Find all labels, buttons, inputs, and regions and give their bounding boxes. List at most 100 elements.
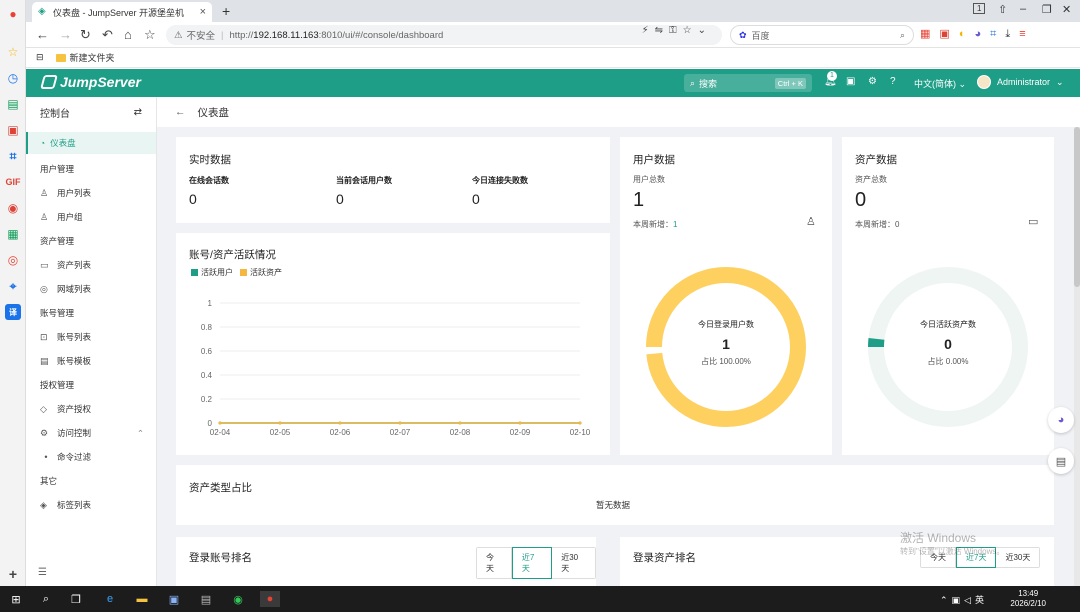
- lock-icon: ⊡: [40, 331, 48, 342]
- sidebar-item-asset-list[interactable]: ▭ 资产列表: [26, 253, 156, 277]
- search-icon[interactable]: ⌕: [900, 30, 905, 41]
- metric-value: 0: [472, 191, 480, 207]
- url-path: :8010/ui/#/console/dashboard: [318, 29, 444, 41]
- tab-bar: ◈ 仪表盘 - JumpServer 开源堡垒机 × + 1 ⇧ – ❐ ✕: [26, 0, 1080, 22]
- windows-start-icon[interactable]: ⊞: [8, 591, 24, 607]
- forward-icon[interactable]: →: [59, 27, 72, 42]
- window-pin-icon[interactable]: ⇧: [998, 3, 1007, 16]
- notes-icon: ▤: [1055, 455, 1067, 468]
- tab-dashboard[interactable]: ◈ 仪表盘 - JumpServer 开源堡垒机 ×: [32, 2, 212, 22]
- bookmark-folder[interactable]: 新建文件夹: [70, 51, 115, 64]
- sidebar-item-domain-list[interactable]: ◎ 网域列表: [26, 277, 156, 301]
- weibo-icon[interactable]: ◎: [5, 252, 21, 268]
- url-input[interactable]: ⚠ 不安全 | http://192.168.11.163:8010/ui/#/…: [166, 25, 722, 45]
- chrome-ext-icon: ◐: [958, 28, 975, 40]
- crop-ext-icon: ⌗: [990, 28, 1006, 40]
- nav-group-accounts: 账号管理: [40, 308, 75, 318]
- clock[interactable]: 13:49 2026/2/10: [1010, 589, 1046, 609]
- scrollbar[interactable]: [1074, 127, 1080, 586]
- back-arrow-icon[interactable]: ←: [175, 106, 186, 118]
- crop-icon[interactable]: ⌗: [5, 148, 21, 164]
- pdf-icon[interactable]: ▣: [5, 122, 21, 138]
- clock-icon[interactable]: ◷: [5, 70, 21, 86]
- y-tick-label: 0: [208, 419, 213, 428]
- range-7d[interactable]: 近7天: [511, 547, 553, 579]
- remote-desktop-icon[interactable]: ▤: [198, 591, 214, 607]
- file-explorer-icon[interactable]: ▬: [134, 591, 150, 607]
- activity-line-chart: 0 0.2 0.4 0.6 0.8 1 02-04 02-05 02-06 02-07 02-08 0…: [201, 299, 591, 437]
- user-menu[interactable]: Administrator ⌄: [977, 75, 1064, 89]
- url-action-icons[interactable]: ⚡⇋⚿☆⌄: [642, 25, 712, 36]
- record-icon[interactable]: ◉: [5, 200, 21, 216]
- avatar: [977, 75, 991, 89]
- users-icon: ♙: [40, 211, 49, 222]
- notes-icon[interactable]: ▤: [5, 96, 21, 112]
- app-sidebar: 控制台 ⇄ ◔ 仪表盘 用户管理 ♙ 用户列表 ♙ 用户组 资产管理 ▭ 资产列表 ◎…: [26, 97, 157, 586]
- download-icon: ⤓: [1005, 28, 1020, 40]
- undo-icon[interactable]: ↶: [102, 27, 113, 43]
- switch-icon[interactable]: ⇄: [134, 107, 142, 118]
- sidebar-toggle-icon[interactable]: ⊟: [36, 52, 44, 63]
- system-tray[interactable]: ⌃▣◁英: [940, 593, 988, 606]
- search-icon[interactable]: ⌕: [38, 591, 54, 607]
- metric-value: 0: [189, 191, 197, 207]
- sidebar-item-tag-list[interactable]: ◈ 标签列表: [26, 493, 156, 517]
- chrome-taskbar-icon[interactable]: ●: [260, 591, 280, 607]
- range-30d[interactable]: 近30天: [552, 548, 595, 578]
- apps-icon: ▦: [920, 28, 940, 40]
- language-select[interactable]: 中文(简体) ⌄: [914, 77, 966, 90]
- user-data-card: 用户数据 用户总数 1 本周新增：1 ♙ 今日登录用户数 1 占比 100.00…: [620, 137, 832, 455]
- collapse-menu-icon[interactable]: ☰: [38, 567, 47, 578]
- scrollbar-thumb[interactable]: [1074, 127, 1080, 287]
- sidebar-item-dashboard[interactable]: ◔ 仪表盘: [26, 132, 156, 154]
- header-search[interactable]: ⌕ 搜索 Ctrl + K: [684, 74, 812, 92]
- tab-close-icon[interactable]: ×: [200, 6, 206, 18]
- scan-icon[interactable]: ⌖: [5, 278, 21, 294]
- sidebar-item-account-list[interactable]: ⊡ 账号列表: [26, 325, 156, 349]
- star-icon[interactable]: ☆: [5, 44, 21, 60]
- home-icon[interactable]: ⌂: [124, 27, 132, 42]
- terminal-icon[interactable]: ▣: [846, 76, 855, 87]
- reload-icon[interactable]: ↻: [80, 27, 91, 43]
- qr-icon[interactable]: ▦: [5, 226, 21, 242]
- chrome-icon[interactable]: ●: [5, 6, 21, 22]
- minimize-button[interactable]: –: [1020, 3, 1026, 15]
- app-icon[interactable]: ▣: [166, 591, 182, 607]
- sidebar-item-account-template[interactable]: ▤ 账号模板: [26, 349, 156, 373]
- help-icon[interactable]: ?: [890, 76, 896, 87]
- sidebar-item-asset-perm[interactable]: ◇ 资产授权: [26, 397, 156, 421]
- range-today[interactable]: 今天: [477, 548, 512, 578]
- activation-watermark-title: 激活 Windows: [900, 531, 977, 545]
- wechat-icon[interactable]: ◉: [230, 591, 246, 607]
- window-count-badge[interactable]: 1: [973, 3, 986, 14]
- sidebar-item-access-control[interactable]: ⚙ 访问控制 ⌃: [26, 421, 156, 445]
- ie-icon[interactable]: e: [102, 591, 118, 607]
- login-account-rank-title: 登录账号排名: [189, 552, 252, 564]
- close-window-button[interactable]: ✕: [1062, 3, 1071, 16]
- sidebar-item-command-filter[interactable]: • 命令过滤: [26, 445, 156, 469]
- jumpserver-favicon-icon: ◈: [38, 6, 46, 17]
- series-point-1: [458, 421, 462, 425]
- task-view-icon[interactable]: ❐: [68, 591, 84, 607]
- menu-icon: ≡: [1019, 28, 1035, 40]
- assistant-bot-button[interactable]: ◕: [1048, 407, 1074, 433]
- windows-taskbar: ⊞ ⌕ ❐ e ▬ ▣ ▤ ◉ ● ⌃▣◁英 13:49 2026/2/10: [0, 586, 1080, 612]
- bookmark-star-icon[interactable]: ☆: [144, 27, 156, 43]
- search-icon: ⌕: [690, 77, 696, 88]
- sidebar-item-user-list[interactable]: ♙ 用户列表: [26, 181, 156, 205]
- asset-weekly-new: 本周新增：0: [855, 220, 900, 229]
- sidebar-item-user-group[interactable]: ♙ 用户组: [26, 205, 156, 229]
- back-icon[interactable]: ←: [36, 27, 49, 42]
- gear-icon[interactable]: ⚙: [868, 76, 877, 87]
- series-point-1: [578, 421, 582, 425]
- search-box[interactable]: ✿ 百度 ⌕: [730, 25, 914, 45]
- new-tab-button[interactable]: +: [222, 3, 230, 19]
- add-icon[interactable]: +: [5, 566, 21, 582]
- maximize-button[interactable]: ❐: [1042, 3, 1052, 16]
- translate-icon[interactable]: 译: [5, 304, 21, 320]
- notes-button[interactable]: ▤: [1048, 448, 1074, 474]
- extension-icons[interactable]: ▦▣◐◕⌗⤓≡: [920, 27, 1035, 41]
- x-tick-label: 02-08: [450, 428, 471, 437]
- jumpserver-logo[interactable]: JumpServer: [40, 74, 141, 90]
- gif-icon[interactable]: GIF: [5, 174, 21, 190]
